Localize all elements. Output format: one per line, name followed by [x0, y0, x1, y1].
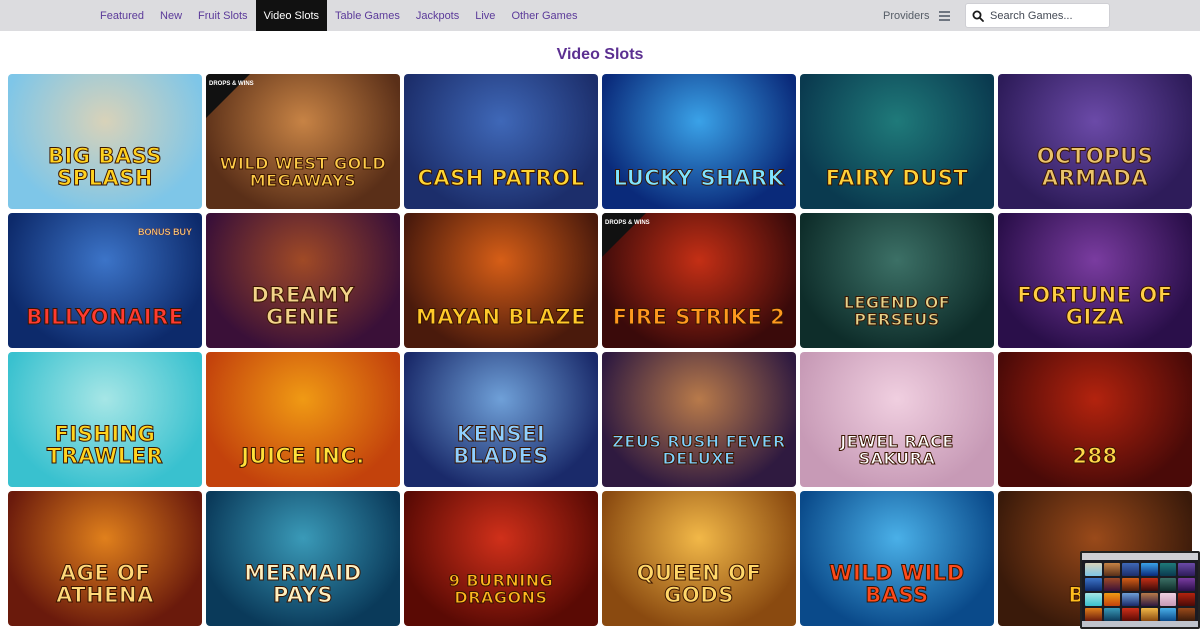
- preview-game-cell: [1178, 563, 1195, 576]
- game-title: Cash Patrol: [417, 166, 585, 190]
- game-title: Fishing Trawler: [46, 422, 164, 468]
- game-title: Kensei Blades: [453, 422, 549, 468]
- nav-item-live[interactable]: Live: [467, 0, 503, 31]
- game-tile[interactable]: 288: [998, 352, 1192, 487]
- game-title: 288: [1072, 444, 1118, 468]
- preview-game-cell: [1159, 578, 1177, 591]
- nav-item-featured[interactable]: Featured: [92, 0, 152, 31]
- preview-game-cell: [1140, 578, 1158, 591]
- preview-game-cell: [1103, 578, 1121, 591]
- preview-game-cell: [1159, 608, 1177, 621]
- bonus-buy-label: BONUS BUY: [137, 227, 192, 237]
- providers-link[interactable]: Providers: [883, 0, 929, 31]
- nav-item-fruit-slots[interactable]: Fruit Slots: [190, 0, 256, 31]
- game-title: Jewel Race Sakura: [840, 432, 954, 468]
- game-title: Juice Inc.: [241, 444, 365, 468]
- game-title: Wild Wild Bass: [829, 561, 965, 607]
- drops-wins-badge-label: DROPS & WINS: [209, 81, 254, 87]
- preview-game-cell: [1103, 593, 1121, 606]
- game-title: Big Bass Splash: [48, 144, 162, 190]
- game-tile[interactable]: Big Bass Splash: [8, 74, 202, 209]
- preview-game-cell: [1159, 563, 1177, 576]
- preview-game-cell: [1085, 608, 1102, 621]
- game-title: Age of Athena: [56, 561, 154, 607]
- drops-wins-badge-label: DROPS & WINS: [605, 220, 650, 226]
- game-tile[interactable]: Legend of Perseus: [800, 213, 994, 348]
- preview-game-cell: [1122, 578, 1139, 591]
- game-tile[interactable]: Queen of Gods: [602, 491, 796, 626]
- game-tile[interactable]: Age of Athena: [8, 491, 202, 626]
- page-title: Video Slots: [556, 46, 644, 63]
- search-input[interactable]: [990, 9, 1102, 22]
- game-tile[interactable]: Juice Inc.: [206, 352, 400, 487]
- game-tile[interactable]: 9 Burning Dragons: [404, 491, 598, 626]
- preview-game-cell: [1140, 608, 1158, 621]
- game-title: Billyonaire: [26, 305, 184, 329]
- game-tile[interactable]: Fortune of Giza: [998, 213, 1192, 348]
- game-title: Octopus Armada: [1036, 144, 1154, 190]
- nav-item-other-games[interactable]: Other Games: [503, 0, 585, 31]
- game-tile[interactable]: Kensei Blades: [404, 352, 598, 487]
- game-title: 9 Burning Dragons: [448, 571, 554, 607]
- game-tile[interactable]: Mermaid Pays: [206, 491, 400, 626]
- game-title: Dreamy Genie: [251, 283, 355, 329]
- game-tile[interactable]: Fairy Dust: [800, 74, 994, 209]
- game-tile[interactable]: Mayan Blaze: [404, 213, 598, 348]
- preview-game-cell: [1122, 563, 1139, 576]
- game-tile[interactable]: Zeus Rush Fever Deluxe: [602, 352, 796, 487]
- game-tile[interactable]: BONUS BUY Billyonaire: [8, 213, 202, 348]
- preview-game-cell: [1178, 608, 1195, 621]
- preview-game-grid: [1082, 560, 1198, 624]
- top-nav-bar: Featured New Fruit Slots Video Slots Tab…: [0, 0, 1200, 31]
- game-grid: Big Bass Splash DROPS & WINS Wild West Gol…: [8, 74, 1200, 626]
- game-tile[interactable]: DROPS & WINS Wild West Gold Megaways: [206, 74, 400, 209]
- preview-toolbar: [1082, 553, 1198, 560]
- game-tile[interactable]: Jewel Race Sakura: [800, 352, 994, 487]
- preview-game-cell: [1140, 593, 1158, 606]
- floating-preview-thumbnail[interactable]: [1080, 551, 1200, 629]
- game-title: Zeus Rush Fever Deluxe: [612, 432, 786, 468]
- game-title: Fire Strike 2: [612, 305, 786, 329]
- nav-item-video-slots[interactable]: Video Slots: [255, 0, 328, 31]
- game-tile[interactable]: Fishing Trawler: [8, 352, 202, 487]
- preview-game-cell: [1085, 578, 1102, 591]
- preview-game-cell: [1103, 608, 1121, 621]
- preview-game-cell: [1178, 593, 1195, 606]
- game-title: Legend of Perseus: [843, 293, 951, 329]
- game-tile[interactable]: Cash Patrol: [404, 74, 598, 209]
- game-tile[interactable]: Dreamy Genie: [206, 213, 400, 348]
- category-nav: Featured New Fruit Slots Video Slots Tab…: [92, 0, 585, 31]
- preview-footer: [1082, 621, 1198, 627]
- nav-item-jackpots[interactable]: Jackpots: [408, 0, 467, 31]
- game-tile[interactable]: Octopus Armada: [998, 74, 1192, 209]
- nav-item-table-games[interactable]: Table Games: [327, 0, 408, 31]
- preview-game-cell: [1159, 593, 1177, 606]
- preview-game-cell: [1122, 593, 1139, 606]
- game-title: Fairy Dust: [825, 166, 969, 190]
- game-title: Lucky Shark: [613, 166, 785, 190]
- preview-game-cell: [1085, 593, 1102, 606]
- preview-game-cell: [1140, 563, 1158, 576]
- game-title: Mayan Blaze: [415, 305, 587, 329]
- game-tile[interactable]: Lucky Shark: [602, 74, 796, 209]
- nav-item-new[interactable]: New: [152, 0, 190, 31]
- game-title: Fortune of Giza: [1017, 283, 1173, 329]
- game-tile[interactable]: Wild Wild Bass: [800, 491, 994, 626]
- game-tile[interactable]: DROPS & WINS Fire Strike 2: [602, 213, 796, 348]
- game-title: Queen of Gods: [636, 561, 762, 607]
- search-box: [965, 3, 1110, 28]
- preview-game-cell: [1122, 608, 1139, 621]
- game-title: Mermaid Pays: [244, 561, 362, 607]
- preview-game-cell: [1103, 563, 1121, 576]
- search-icon[interactable]: [966, 4, 990, 27]
- preview-game-cell: [1085, 563, 1102, 576]
- game-title: Wild West Gold Megaways: [219, 154, 387, 190]
- preview-game-cell: [1178, 578, 1195, 591]
- hamburger-icon[interactable]: [939, 10, 950, 21]
